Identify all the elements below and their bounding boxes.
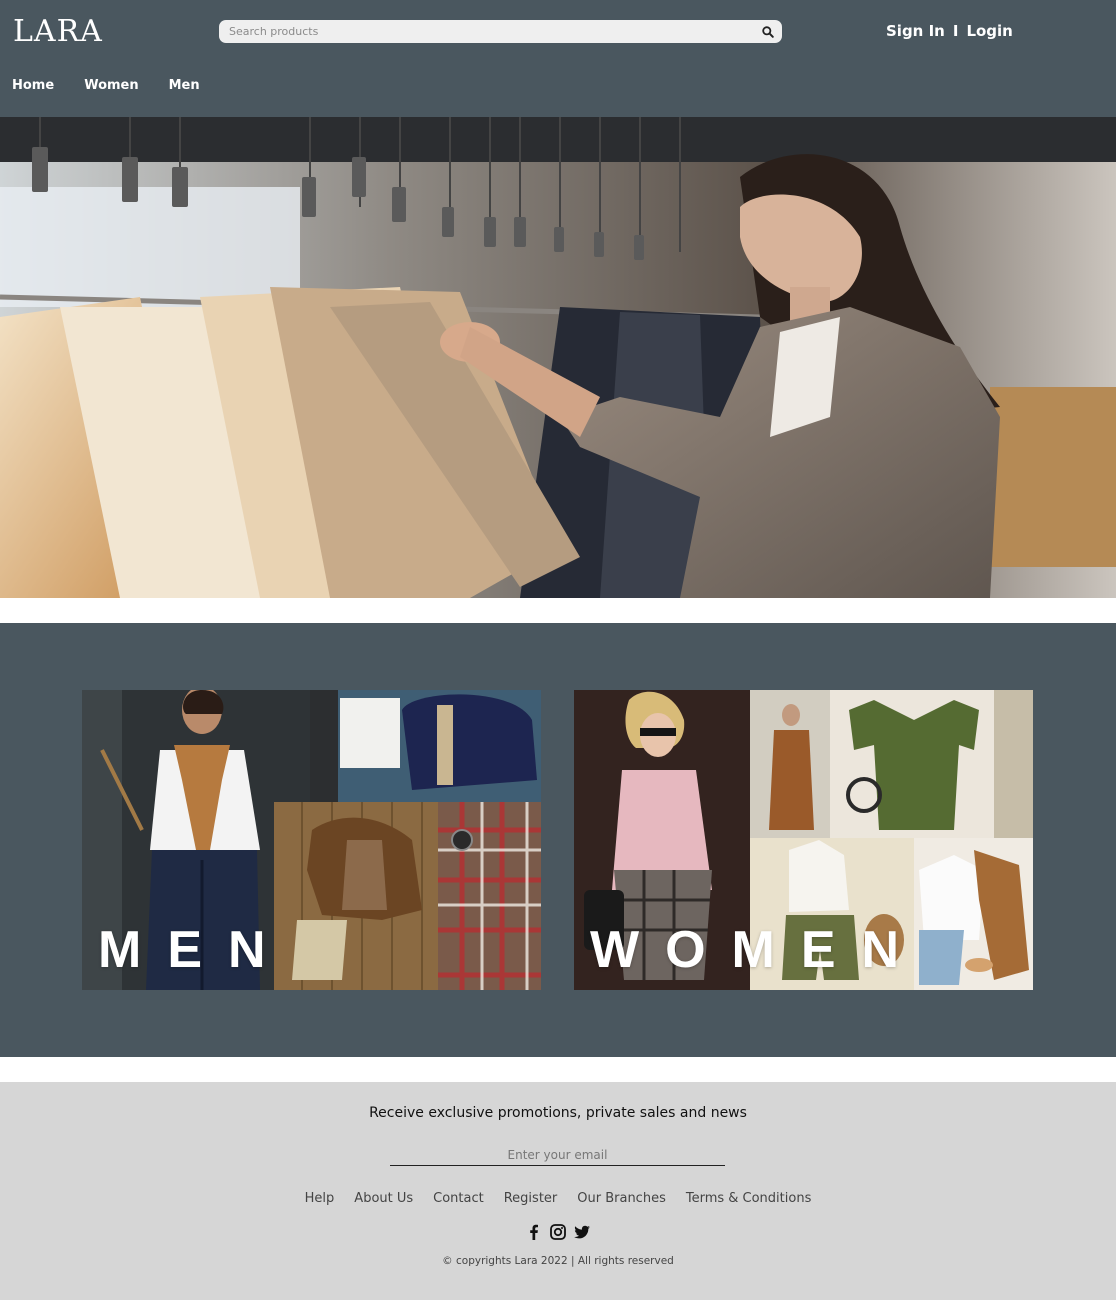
login-link[interactable]: Login (966, 22, 1012, 40)
footer-link-help[interactable]: Help (305, 1191, 335, 1206)
footer-link-terms[interactable]: Terms & Conditions (686, 1191, 812, 1206)
twitter-icon[interactable] (573, 1223, 591, 1241)
search-input[interactable] (229, 22, 749, 41)
social-links (0, 1223, 1116, 1241)
search-icon[interactable] (761, 24, 775, 38)
facebook-icon[interactable] (525, 1223, 543, 1241)
hero-image (0, 117, 1116, 598)
category-label-women: WOMEN (590, 921, 926, 979)
footer-link-about-us[interactable]: About Us (354, 1191, 413, 1206)
hero-banner (0, 117, 1116, 598)
category-card-women[interactable]: WOMEN (574, 690, 1033, 990)
footer-link-register[interactable]: Register (504, 1191, 558, 1206)
sign-in-link[interactable]: Sign In (886, 22, 945, 40)
site-logo[interactable]: LARA (13, 14, 103, 49)
category-section: MEN WOMEN (0, 623, 1116, 1057)
footer-links: Help About Us Contact Register Our Branc… (0, 1191, 1116, 1206)
main-nav: Home Women Men (12, 78, 200, 93)
category-label-men: MEN (98, 921, 292, 979)
footer-link-our-branches[interactable]: Our Branches (577, 1191, 666, 1206)
auth-links: Sign In I Login (886, 22, 1013, 40)
search-bar (219, 20, 782, 43)
auth-separator: I (952, 22, 959, 40)
site-footer: Receive exclusive promotions, private sa… (0, 1082, 1116, 1300)
newsletter-heading: Receive exclusive promotions, private sa… (369, 1105, 747, 1121)
footer-link-contact[interactable]: Contact (433, 1191, 484, 1206)
email-field[interactable] (390, 1144, 725, 1166)
site-header: LARA Sign In I Login Home Women Men (0, 0, 1116, 117)
copyright-text: © copyrights Lara 2022 | All rights rese… (442, 1255, 674, 1267)
instagram-icon[interactable] (549, 1223, 567, 1241)
nav-item-men[interactable]: Men (169, 78, 200, 93)
nav-item-women[interactable]: Women (84, 78, 138, 93)
category-card-men[interactable]: MEN (82, 690, 541, 990)
newsletter-form (390, 1144, 725, 1166)
nav-item-home[interactable]: Home (12, 78, 54, 93)
